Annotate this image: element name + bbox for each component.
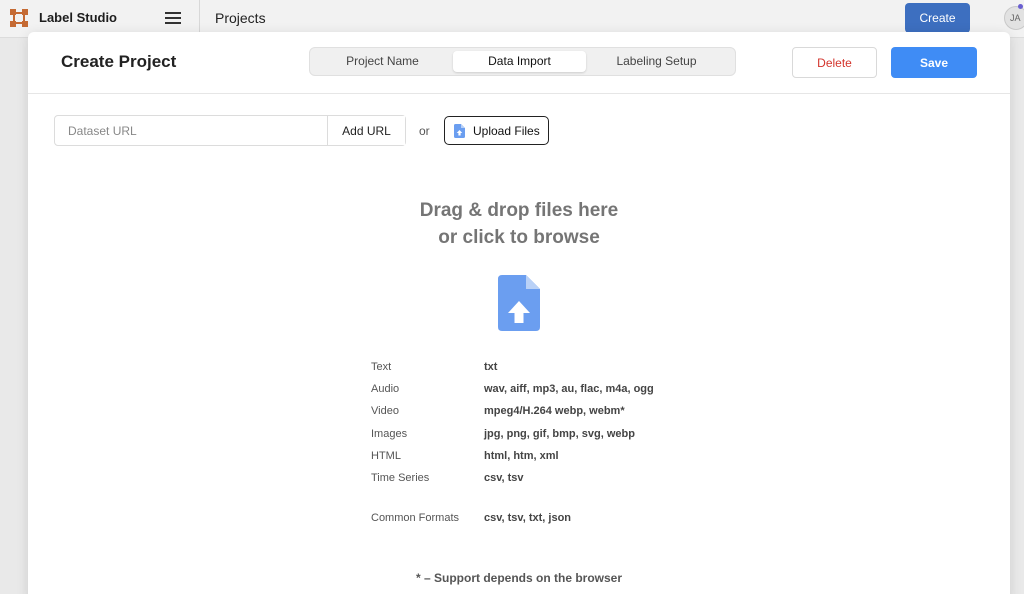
create-project-button[interactable]: Create <box>905 3 970 33</box>
format-name: Time Series <box>371 472 430 484</box>
format-extensions: txt <box>484 361 498 373</box>
browser-support-footnote: * – Support depends on the browser <box>415 571 623 585</box>
add-url-button[interactable]: Add URL <box>327 116 405 145</box>
format-name: Images <box>371 428 408 440</box>
format-extensions: html, htm, xml <box>484 450 559 462</box>
drop-zone-line-2: or click to browse <box>438 227 600 248</box>
or-separator: or <box>419 124 430 138</box>
tab-labeling-setup[interactable]: Labeling Setup <box>590 51 723 72</box>
label-studio-logo-icon[interactable] <box>10 9 28 27</box>
notification-dot-icon <box>1018 4 1023 9</box>
step-tabs: Project Name Data Import Labeling Setup <box>309 47 736 76</box>
save-button[interactable]: Save <box>891 47 977 78</box>
drop-zone-line-1: Drag & drop files here <box>419 200 619 221</box>
file-upload-icon <box>498 275 540 336</box>
dataset-url-input[interactable] <box>55 116 328 145</box>
tab-project-name[interactable]: Project Name <box>316 51 449 72</box>
upload-files-button[interactable]: Upload Files <box>444 116 549 145</box>
format-name: Common Formats <box>371 512 460 524</box>
format-extensions: csv, tsv <box>484 472 524 484</box>
drop-zone-title[interactable]: Drag & drop files here or click to brows… <box>28 197 1010 251</box>
format-name: Video <box>371 405 399 417</box>
format-extensions: csv, tsv, txt, json <box>484 512 572 524</box>
user-avatar[interactable]: JA <box>1004 6 1024 30</box>
file-upload-icon <box>454 124 465 141</box>
modal-title: Create Project <box>61 52 177 71</box>
delete-button[interactable]: Delete <box>792 47 877 78</box>
dataset-url-group: Add URL <box>54 115 406 146</box>
format-name: Audio <box>371 383 400 395</box>
tab-data-import[interactable]: Data Import <box>453 51 586 72</box>
app-name: Label Studio <box>39 10 117 25</box>
format-name: HTML <box>371 450 401 462</box>
format-extensions: wav, aiff, mp3, au, flac, m4a, ogg <box>484 383 654 395</box>
format-extensions: jpg, png, gif, bmp, svg, webp <box>484 428 635 440</box>
create-project-modal: Create Project Project Name Data Import … <box>28 32 1010 594</box>
modal-header: Create Project Project Name Data Import … <box>28 32 1010 94</box>
menu-icon[interactable] <box>165 12 181 24</box>
upload-files-label: Upload Files <box>473 124 540 138</box>
breadcrumb-projects[interactable]: Projects <box>215 10 266 26</box>
format-extensions: mpeg4/H.264 webp, webm* <box>484 405 625 417</box>
format-name: Text <box>371 361 392 373</box>
